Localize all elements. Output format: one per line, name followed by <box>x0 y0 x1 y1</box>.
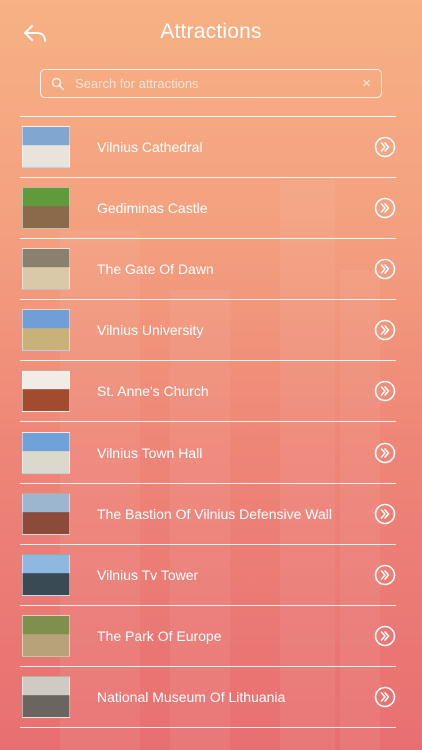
chevron-right-circle-icon[interactable] <box>374 442 396 464</box>
attraction-thumbnail <box>22 187 70 230</box>
attraction-label: St. Anne's Church <box>97 383 209 400</box>
page-title: Attractions <box>160 20 262 43</box>
attraction-label: Gediminas Castle <box>97 200 208 217</box>
attraction-thumbnail <box>22 614 70 657</box>
attraction-thumbnail <box>22 431 70 474</box>
attraction-thumbnail <box>22 370 70 413</box>
attraction-label: Vilnius Cathedral <box>97 139 203 156</box>
list-item[interactable]: The Park Of Europe <box>20 606 396 667</box>
chevron-right-circle-icon[interactable] <box>374 197 396 219</box>
list-item[interactable]: The Gate Of Dawn <box>20 239 396 301</box>
attraction-thumbnail <box>22 248 70 291</box>
list-item[interactable]: Vilnius University <box>20 300 396 362</box>
attraction-thumbnail <box>22 675 70 718</box>
chevron-right-circle-icon[interactable] <box>374 686 396 708</box>
list-item[interactable]: Vilnius Tv Tower <box>20 545 396 606</box>
list-item[interactable]: National Museum Of Lithuania <box>20 667 396 728</box>
attraction-label: The Bastion Of Vilnius Defensive Wall <box>97 505 332 522</box>
attraction-thumbnail <box>22 126 70 169</box>
header: Attractions <box>0 0 422 66</box>
attraction-label: National Museum Of Lithuania <box>97 688 286 705</box>
chevron-right-circle-icon[interactable] <box>374 258 396 280</box>
attractions-list: Vilnius Cathedral Gediminas Castle The Gat… <box>20 116 396 728</box>
chevron-right-circle-icon[interactable] <box>374 319 396 341</box>
chevron-right-circle-icon[interactable] <box>374 503 396 525</box>
attraction-thumbnail <box>22 309 70 352</box>
clear-icon[interactable]: × <box>362 76 371 91</box>
chevron-right-circle-icon[interactable] <box>374 564 396 586</box>
search-input[interactable] <box>75 76 363 91</box>
attraction-thumbnail <box>22 492 70 535</box>
list-item[interactable]: The Bastion Of Vilnius Defensive Wall <box>20 484 396 545</box>
attraction-label: The Gate Of Dawn <box>97 261 214 278</box>
chevron-right-circle-icon[interactable] <box>374 625 396 647</box>
list-item[interactable]: Vilnius Cathedral <box>20 117 396 179</box>
search-bar[interactable]: × <box>40 69 382 98</box>
list-item[interactable]: St. Anne's Church <box>20 361 396 423</box>
attraction-label: Vilnius University <box>97 322 204 339</box>
attraction-label: Vilnius Town Hall <box>97 444 203 461</box>
list-item[interactable]: Vilnius Town Hall <box>20 422 396 484</box>
chevron-right-circle-icon[interactable] <box>374 380 396 402</box>
attraction-label: Vilnius Tv Tower <box>97 566 199 583</box>
attraction-label: The Park Of Europe <box>97 627 222 644</box>
attraction-thumbnail <box>22 553 70 596</box>
chevron-right-circle-icon[interactable] <box>374 136 396 158</box>
search-icon <box>51 77 65 90</box>
list-item[interactable]: Gediminas Castle <box>20 178 396 240</box>
